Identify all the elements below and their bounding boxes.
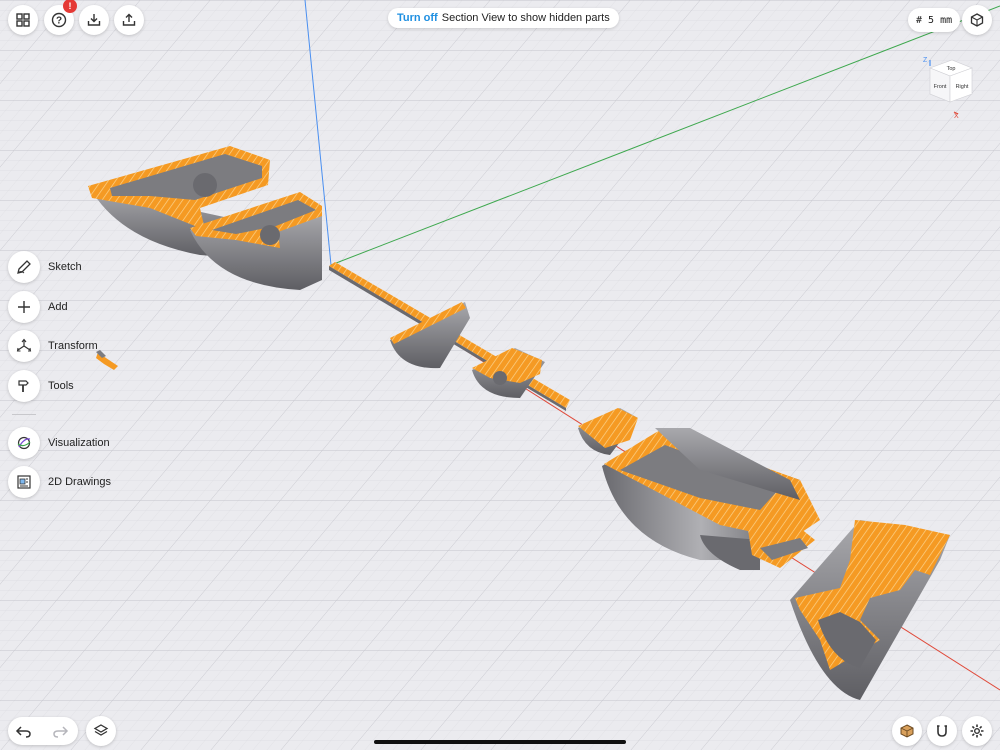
question-icon: ? xyxy=(51,12,67,28)
tool-2d-drawings[interactable]: 2D Drawings xyxy=(8,466,111,498)
drawing-icon xyxy=(17,475,31,489)
materials-button[interactable] xyxy=(892,716,922,746)
snap-button[interactable] xyxy=(927,716,957,746)
section-view-notice: Turn off Section View to show hidden par… xyxy=(388,8,619,28)
tool-sketch[interactable]: Sketch xyxy=(8,251,82,283)
import-button[interactable] xyxy=(79,5,109,35)
export-button[interactable] xyxy=(114,5,144,35)
tool-add-label: Add xyxy=(48,301,68,313)
cube-front-label: Front xyxy=(934,84,947,90)
help-button[interactable]: ? ! xyxy=(44,0,77,35)
tool-transform[interactable]: Transform xyxy=(8,330,98,362)
grid-menu-button[interactable] xyxy=(8,5,38,35)
visualization-icon xyxy=(17,436,31,450)
grid-size-button[interactable]: # 5 mm xyxy=(908,8,961,32)
grid-squares-icon xyxy=(16,13,30,27)
svg-text:?: ? xyxy=(56,16,62,27)
upload-tray-icon xyxy=(122,13,136,26)
cube-right-label: Right xyxy=(956,84,969,90)
turn-off-section-link[interactable]: Turn off xyxy=(397,12,438,24)
axis-label-x: X xyxy=(954,113,959,120)
redo-icon xyxy=(53,726,69,738)
section-notice-text: Section View to show hidden parts xyxy=(441,12,610,24)
home-indicator xyxy=(374,740,626,744)
settings-button[interactable] xyxy=(962,716,992,746)
undo-icon xyxy=(15,726,31,738)
cube-view-icon xyxy=(970,13,984,27)
gear-icon xyxy=(970,724,984,738)
transform-arrows-icon xyxy=(16,338,32,352)
pencil-icon xyxy=(17,260,31,274)
redo-button[interactable] xyxy=(50,722,70,740)
undo-button[interactable] xyxy=(14,722,34,740)
wood-cube-icon xyxy=(900,724,914,738)
tool-transform-label: Transform xyxy=(48,340,98,352)
tool-add[interactable]: Add xyxy=(8,291,68,323)
tool-tools[interactable]: Tools xyxy=(8,370,74,402)
tool-sketch-label: Sketch xyxy=(48,261,82,273)
cube-top-label: Top xyxy=(947,66,956,72)
axis-label-z: Z xyxy=(923,57,928,64)
magnet-icon xyxy=(937,725,947,737)
3d-viewport[interactable] xyxy=(0,0,1000,750)
layers-icon xyxy=(93,724,109,736)
tool-visualization[interactable]: Visualization xyxy=(8,427,110,459)
tool-visualization-label: Visualization xyxy=(48,437,110,449)
undo-redo-group xyxy=(8,717,78,745)
download-tray-icon xyxy=(87,14,101,26)
layers-button[interactable] xyxy=(86,716,116,746)
plus-icon xyxy=(18,301,30,313)
tool-tools-label: Tools xyxy=(48,380,74,392)
hammer-icon xyxy=(18,380,29,392)
tool-divider xyxy=(12,414,36,415)
tool-2d-drawings-label: 2D Drawings xyxy=(48,476,111,488)
view-mode-button[interactable] xyxy=(962,5,992,35)
view-cube[interactable]: Z X Top Front Right xyxy=(918,52,980,122)
